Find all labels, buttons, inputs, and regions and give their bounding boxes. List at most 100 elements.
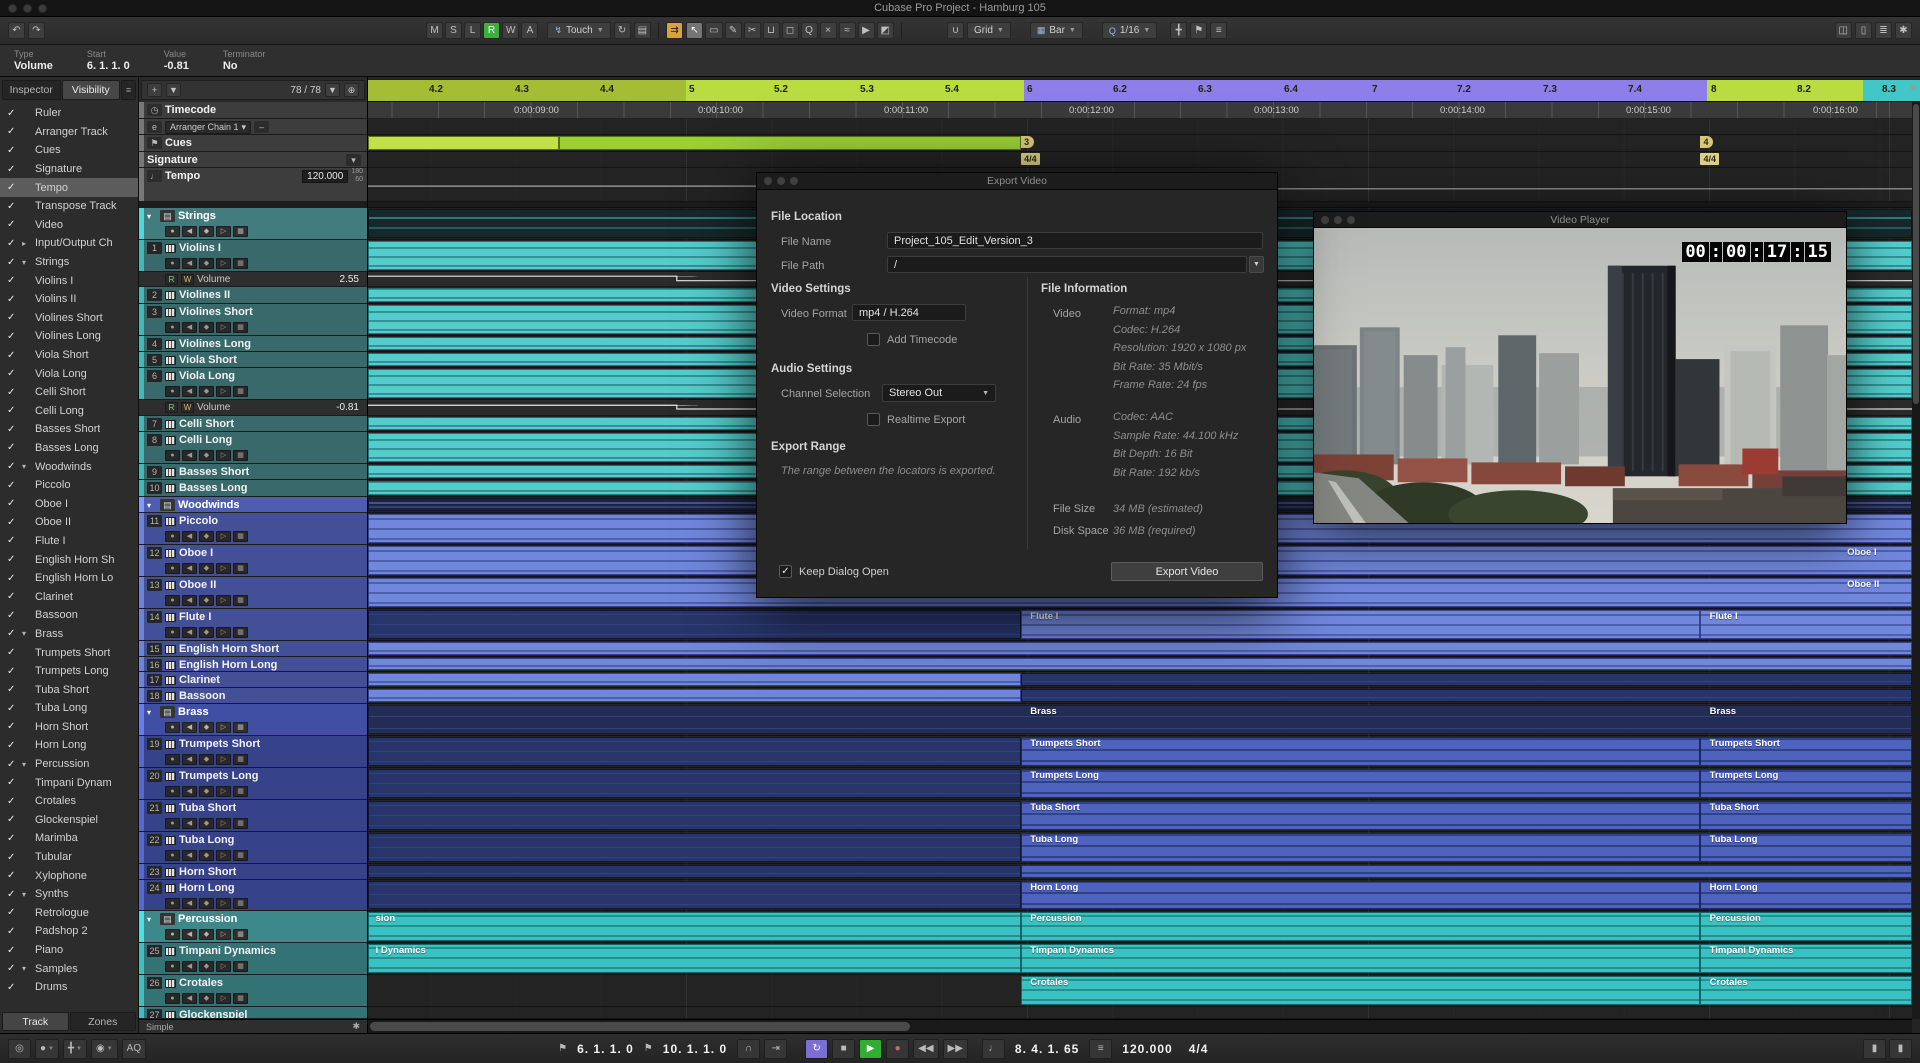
punch-in-button[interactable]: ⇥ (764, 1038, 788, 1059)
monitor-button[interactable]: ◀ (182, 321, 197, 333)
check-icon[interactable]: ✓ (7, 796, 22, 807)
undo-button[interactable]: ↶ (8, 22, 25, 39)
check-icon[interactable]: ✓ (7, 684, 22, 695)
signature-event[interactable]: 4/4 (1021, 153, 1040, 165)
track-header[interactable]: 22 Tuba Long ● ◀ ◆ ▷ ▦ (139, 832, 367, 864)
edit-channel-button[interactable]: ◆ (199, 530, 214, 542)
edit-channel-button[interactable]: ◆ (199, 321, 214, 333)
instrument-icon[interactable]: ▷ (216, 449, 231, 461)
record-arm-button[interactable]: ● (165, 849, 180, 861)
folder-expand-icon[interactable]: ▾ (147, 915, 157, 924)
stop-button[interactable]: ■ (832, 1038, 856, 1059)
record-arm-button[interactable]: ● (165, 594, 180, 606)
record-arm-button[interactable]: ● (165, 928, 180, 940)
automation-s-button[interactable]: S (445, 22, 462, 39)
automation-w-button[interactable]: W (502, 22, 520, 39)
left-locator-display[interactable]: 6. 1. 1. 0 (571, 1042, 640, 1056)
edit-channel-button[interactable]: ◆ (199, 960, 214, 972)
check-icon[interactable]: ✓ (7, 982, 22, 993)
lower-zone-toggle[interactable]: ▯ (1855, 22, 1872, 39)
check-icon[interactable]: ✓ (7, 666, 22, 677)
midi-event[interactable] (368, 833, 1022, 862)
arrange-lane[interactable] (368, 1007, 1912, 1019)
signature-event[interactable]: 4/4 (1700, 153, 1719, 165)
edit-channel-button[interactable]: ◆ (199, 385, 214, 397)
arrange-lane[interactable]: Crotales Crotales (368, 975, 1912, 1007)
expand-arrow-icon[interactable]: ▾ (22, 629, 35, 638)
left-locator-icon[interactable]: ⚑ (558, 1043, 567, 1054)
track-header[interactable]: 27 Glockenspiel (139, 1007, 367, 1019)
track-header[interactable]: 11 Piccolo ● ◀ ◆ ▷ ▦ (139, 513, 367, 545)
special-track-header[interactable]: ◷ Timecode (139, 102, 367, 119)
check-icon[interactable]: ✓ (7, 889, 22, 900)
split-tool-button[interactable]: ✂ (743, 22, 761, 39)
edit-channel-button[interactable]: ◆ (199, 897, 214, 909)
arrange-lane[interactable]: i Dynamics Timpani Dynamics Timpani Dynami… (368, 943, 1912, 975)
record-arm-button[interactable]: ● (165, 626, 180, 638)
check-icon[interactable]: ✓ (7, 257, 22, 268)
zoom-tool-button[interactable]: Q (800, 22, 818, 39)
midi-event[interactable] (368, 769, 1022, 798)
visibility-item[interactable]: ✓ Clarinet (0, 587, 138, 606)
right-locator-display[interactable]: 10. 1. 1. 0 (657, 1042, 733, 1056)
check-icon[interactable]: ✓ (7, 368, 22, 379)
realtime-export-checkbox[interactable] (867, 413, 880, 426)
track-header[interactable]: 14 Flute I ● ◀ ◆ ▷ ▦ (139, 609, 367, 641)
instrument-icon[interactable]: ▷ (216, 225, 231, 237)
arrange-lane[interactable] (368, 657, 1912, 672)
info-field-value[interactable]: -0.81 (164, 60, 189, 73)
visibility-item[interactable]: ✓ Tempo (0, 178, 138, 197)
check-icon[interactable]: ✓ (7, 331, 22, 342)
audio-performance-button[interactable]: ◉ ▼ (90, 1038, 118, 1059)
visibility-item[interactable]: ✓ Oboe I (0, 494, 138, 513)
visibility-item[interactable]: ✓ Signature (0, 160, 138, 179)
automation-value[interactable]: -0.81 (336, 402, 359, 413)
edit-channel-button[interactable]: ◆ (199, 721, 214, 733)
visibility-item[interactable]: ✓ ▾ Samples (0, 959, 138, 978)
channel-selection-select[interactable]: Stereo Out ▼ (882, 384, 996, 402)
monitor-button[interactable]: ◀ (182, 817, 197, 829)
audio-quantize-button[interactable]: AQ (121, 1038, 147, 1059)
arrange-lane[interactable]: 4/4 4/4 (368, 152, 1912, 168)
visibility-item[interactable]: ✓ Timpani Dynam (0, 773, 138, 792)
right-zone-toggle[interactable]: ≣ (1875, 22, 1892, 39)
visibility-item[interactable]: ✓ Trumpets Long (0, 662, 138, 681)
instrument-icon[interactable]: ▷ (216, 257, 231, 269)
midi-event[interactable] (368, 881, 1022, 909)
quantize-panel-button[interactable]: ⚑ (1190, 22, 1208, 39)
tab-track[interactable]: Track (2, 1012, 69, 1031)
tab-visibility[interactable]: Visibility (61, 80, 120, 100)
play-tool-button[interactable]: ▶ (857, 22, 875, 39)
visibility-item[interactable]: ✓ Video (0, 216, 138, 235)
visibility-item[interactable]: ✓ Celli Short (0, 383, 138, 402)
edit-channel-button[interactable]: ◆ (199, 992, 214, 1004)
channel-strip-button[interactable]: ▦ (233, 562, 248, 574)
channel-strip-button[interactable]: ▦ (233, 594, 248, 606)
midi-event[interactable] (368, 705, 1912, 734)
check-icon[interactable]: ✓ (7, 852, 22, 863)
check-icon[interactable]: ✓ (7, 907, 22, 918)
channel-strip-button[interactable]: ▦ (233, 753, 248, 765)
midi-event[interactable] (1021, 833, 1701, 862)
folder-expand-icon[interactable]: ▾ (147, 212, 157, 221)
erase-tool-button[interactable]: ◻ (781, 22, 799, 39)
visibility-item[interactable]: ✓ Xylophone (0, 866, 138, 885)
check-icon[interactable]: ✓ (7, 945, 22, 956)
visibility-item[interactable]: ✓ English Horn Sh (0, 550, 138, 569)
edit-channel-button[interactable]: ◆ (199, 928, 214, 940)
arrange-lane[interactable]: Brass Brass (368, 704, 1912, 736)
edit-channel-button[interactable]: ◆ (199, 817, 214, 829)
arrange-lane[interactable] (368, 672, 1912, 688)
write-button[interactable]: W (181, 402, 194, 413)
check-icon[interactable]: ✓ (7, 312, 22, 323)
track-header[interactable]: 12 Oboe I ● ◀ ◆ ▷ ▦ (139, 545, 367, 577)
folder-track-header[interactable]: ▾ ▤ Brass ● ◀ ◆ ▷ ▦ (139, 704, 367, 736)
instrument-icon[interactable]: ▷ (216, 385, 231, 397)
visibility-item[interactable]: ✓ Tuba Long (0, 699, 138, 718)
track-header[interactable]: 1 Violins I ● ◀ ◆ ▷ ▦ (139, 240, 367, 272)
check-icon[interactable]: ✓ (7, 703, 22, 714)
visibility-item[interactable]: ✓ Crotales (0, 792, 138, 811)
channel-strip-button[interactable]: ▦ (233, 321, 248, 333)
visibility-item[interactable]: ✓ Drums (0, 978, 138, 997)
check-icon[interactable]: ✓ (7, 963, 22, 974)
